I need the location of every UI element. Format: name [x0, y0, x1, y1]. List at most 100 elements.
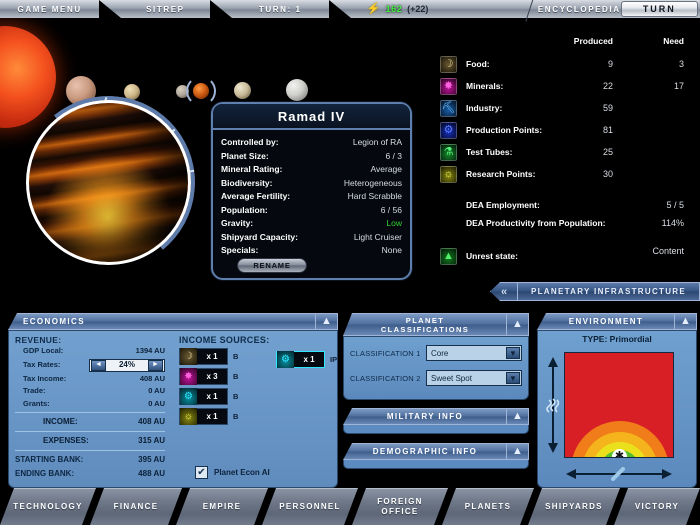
resource-panel: Produced Need ☽ Food: 9 3 ✸ Minerals: 22…	[432, 18, 700, 288]
attr-key: Planet Size:	[221, 150, 269, 164]
tab-label: SHIPYARDS	[545, 502, 603, 512]
planet-attr-row: Planet Size: 6 / 3	[221, 150, 402, 164]
tax-rate-value: 24%	[107, 359, 147, 372]
environment-type-value: Primordial	[610, 334, 652, 344]
attr-value: 6 / 3	[385, 150, 402, 164]
pickaxe-icon: ⛏	[440, 100, 457, 117]
environment-plot[interactable]: ✱	[564, 352, 674, 458]
ip-source-row[interactable]: ⚙ x 1 IP	[276, 351, 337, 368]
attr-value: Average	[370, 163, 402, 177]
trade-value: 0 AU	[148, 385, 165, 398]
chevron-up-icon[interactable]: ▲	[506, 444, 528, 459]
income-source-row[interactable]: ⚙ x 1 B	[179, 388, 331, 405]
attr-value: Light Cruiser	[354, 231, 402, 245]
temperature-axis	[564, 467, 674, 481]
classifications-header-line1: PLANET	[344, 316, 506, 325]
attr-key: Mineral Rating:	[221, 163, 282, 177]
resource-produced: 81	[557, 125, 613, 135]
grants-row: Grants: 0 AU	[15, 398, 165, 411]
resource-produced: 30	[557, 169, 613, 179]
tab-empire[interactable]: EMPIRE	[176, 488, 268, 525]
attr-key: Biodiversity:	[221, 177, 273, 191]
tab-finance[interactable]: FINANCE	[90, 488, 182, 525]
planet-econ-ai-label: Planet Econ AI	[214, 468, 270, 477]
tab-victory[interactable]: VICTORY	[614, 488, 700, 525]
economics-body: REVENUE: GDP Local: 1394 AU Tax Rates: ◄…	[8, 330, 338, 488]
end-turn-button[interactable]: TURN	[621, 1, 698, 17]
tab-label: PERSONNEL	[279, 502, 341, 512]
environment-header[interactable]: ENVIRONMENT ▲	[537, 313, 697, 330]
chevron-down-icon[interactable]: ▼	[506, 347, 520, 359]
dea-productivity-label: DEA Productivity from Population:	[466, 218, 605, 228]
env-band-green	[607, 457, 633, 458]
crystal-icon: ✸	[180, 368, 197, 385]
planet-attributes: Controlled by: Legion of RA Planet Size:…	[213, 130, 410, 258]
income-source-chip[interactable]: ☽ x 1	[179, 348, 228, 365]
checkbox-icon[interactable]: ✔	[195, 466, 208, 479]
revenue-title: REVENUE:	[15, 335, 165, 345]
environment-type-label: TYPE:	[582, 334, 607, 344]
planet-econ-ai-toggle[interactable]: ✔ Planet Econ AI	[195, 466, 270, 479]
income-source-count: x 1	[197, 352, 227, 361]
income-source-row[interactable]: ✸ x 3 B	[179, 368, 331, 385]
topbar-notch-3	[329, 0, 351, 18]
system-planet-5[interactable]	[234, 82, 251, 99]
trade-row: Trade: 0 AU	[15, 385, 165, 398]
income-source-chip[interactable]: ✸ x 3	[179, 368, 228, 385]
income-source-chip[interactable]: ☼ x 1	[179, 408, 228, 425]
game-screen: GAME MENU SITREP TURN: 1 ⚡ 162 (+22) ENC…	[0, 0, 700, 525]
tab-label: EMPIRE	[203, 502, 241, 512]
tab-technology[interactable]: TECHNOLOGY	[0, 488, 96, 525]
system-planet-selected[interactable]	[186, 76, 216, 106]
classification-1-select[interactable]: Core ▼	[426, 345, 522, 361]
tax-rate-stepper[interactable]: ◄ 24% ►	[89, 359, 165, 372]
income-label: INCOME:	[15, 415, 78, 429]
attr-key: Gravity:	[221, 217, 253, 231]
attr-key: Average Fertility:	[221, 190, 290, 204]
system-planet-6[interactable]	[286, 79, 308, 101]
chevron-up-icon[interactable]: ▲	[506, 314, 528, 335]
tab-foreign-office[interactable]: FOREIGN OFFICE	[352, 488, 448, 525]
income-source-chip[interactable]: ⚙ x 1	[179, 388, 228, 405]
income-source-row[interactable]: ☼ x 1 B	[179, 408, 331, 425]
classifications-header[interactable]: PLANET CLASSIFICATIONS ▲	[343, 313, 529, 336]
income-source-unit: B	[233, 412, 238, 421]
chevron-down-icon[interactable]: ▼	[506, 372, 520, 384]
chevron-left-double-icon: «	[491, 286, 517, 298]
tax-rate-row: Tax Rates: ◄ 24% ►	[15, 358, 165, 373]
turn-counter-label: TURN: 1	[259, 5, 302, 14]
unrest-icon: ▲	[440, 248, 457, 265]
planetary-infrastructure-button[interactable]: « PLANETARY INFRASTRUCTURE	[490, 282, 700, 301]
game-menu-button[interactable]: GAME MENU	[0, 0, 99, 18]
classifications-header-label: PLANET CLASSIFICATIONS	[344, 316, 506, 334]
tax-decrease-button[interactable]: ◄	[91, 360, 106, 371]
military-info-header[interactable]: MILITARY INFO ▲	[343, 408, 529, 425]
ip-source-chip[interactable]: ⚙ x 1	[276, 351, 325, 368]
resource-produced: 9	[557, 59, 613, 69]
tab-planets[interactable]: PLANETS	[442, 488, 534, 525]
tax-increase-button[interactable]: ►	[148, 360, 163, 371]
tax-income-row: Tax Income: 408 AU	[15, 373, 165, 386]
chevron-up-icon[interactable]: ▲	[674, 314, 696, 329]
classification-2-value: Sweet Spot	[431, 374, 472, 383]
demographic-info-header[interactable]: DEMOGRAPHIC INFO ▲	[343, 443, 529, 460]
tab-personnel[interactable]: PERSONNEL	[262, 488, 358, 525]
classification-2-row: CLASSIFICATION 2 Sweet Spot ▼	[350, 369, 522, 387]
ip-source-unit: IP	[330, 355, 337, 364]
encyclopedia-button[interactable]: ENCYCLOPEDIA	[538, 0, 621, 18]
planet-attr-row: Gravity: Low	[221, 217, 402, 231]
tab-shipyards[interactable]: SHIPYARDS	[528, 488, 620, 525]
expenses-label: EXPENSES:	[15, 434, 89, 448]
environment-header-label: ENVIRONMENT	[538, 317, 674, 326]
chevron-up-icon[interactable]: ▲	[506, 409, 528, 424]
star-marker-icon[interactable]: ✱	[612, 449, 627, 458]
sitrep-button[interactable]: SITREP	[121, 0, 209, 18]
economics-header[interactable]: ECONOMICS ▲	[8, 313, 338, 330]
resource-need: 3	[628, 59, 684, 69]
topbar-divider	[523, 0, 538, 18]
chevron-up-icon[interactable]: ▲	[315, 314, 337, 329]
rename-button[interactable]: RENAME	[237, 258, 307, 273]
classification-2-select[interactable]: Sweet Spot ▼	[426, 370, 522, 386]
planet-globe[interactable]	[26, 100, 191, 265]
planetary-infrastructure-label: PLANETARY INFRASTRUCTURE	[518, 287, 699, 296]
